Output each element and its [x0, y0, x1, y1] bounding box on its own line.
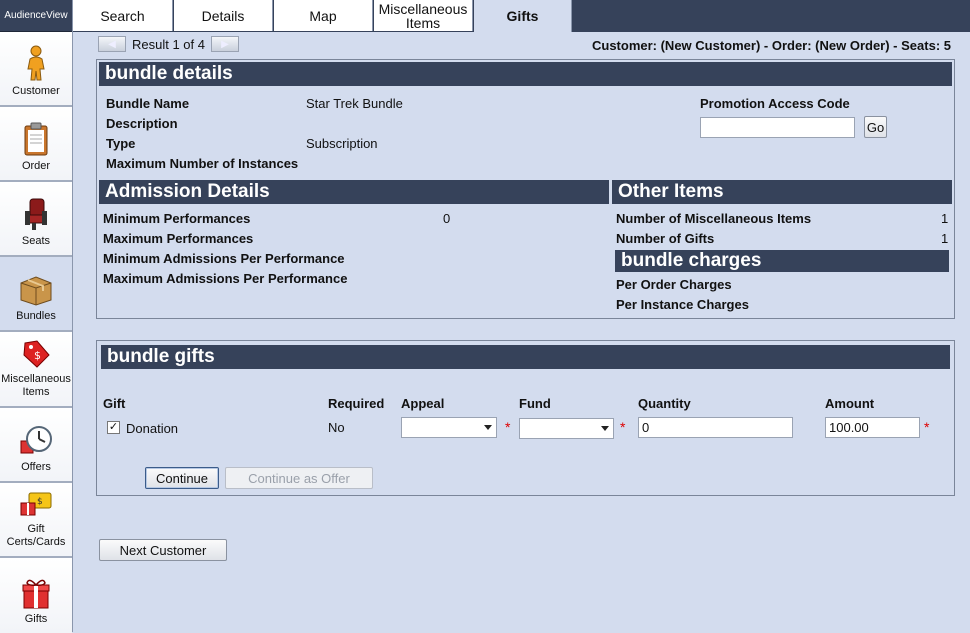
nav-label: Customer [12, 85, 60, 97]
max-admissions-label: Maximum Admissions Per Performance [103, 271, 348, 286]
fund-select[interactable] [519, 418, 614, 439]
gift-box-icon [22, 579, 50, 609]
nav-label: Gift Certs/Cards [6, 523, 66, 548]
description-label: Description [106, 116, 178, 131]
gifts-count-value: 1 [941, 231, 949, 246]
gift-column-header: Gift [103, 396, 126, 411]
bundle-gifts-header: bundle gifts [101, 345, 950, 369]
clipboard-icon [24, 122, 48, 156]
promo-code-input[interactable] [700, 117, 855, 138]
gift-card-icon: $ [20, 492, 52, 516]
amount-column-header: Amount [825, 396, 875, 411]
tab-search[interactable]: Search [73, 0, 173, 31]
fund-column-header: Fund [519, 396, 551, 411]
chevron-down-icon [601, 426, 609, 431]
amount-required-marker: * [924, 419, 930, 435]
next-customer-button[interactable]: Next Customer [99, 539, 227, 561]
nav-bundles[interactable]: Bundles [0, 257, 72, 332]
nav-seats[interactable]: Seats [0, 182, 72, 257]
gift-checkbox[interactable]: ✓ [107, 421, 120, 434]
min-performances-label: Minimum Performances [103, 211, 251, 226]
nav-gift-certs-cards[interactable]: $ Gift Certs/Cards [0, 483, 72, 558]
brand-logo: AudienceView [0, 0, 72, 32]
bundle-name-value: Star Trek Bundle [306, 96, 403, 111]
seat-icon [25, 198, 47, 230]
customer-order-summary: Customer: (New Customer) - Order: (New O… [591, 38, 951, 53]
nav-label: Order [21, 160, 51, 172]
nav-gifts[interactable]: Gifts [0, 558, 72, 633]
previous-arrow-icon: ◀ [108, 38, 116, 50]
price-tag-icon: $ [23, 340, 50, 368]
nav-label: Miscellaneous Items [1, 373, 71, 398]
max-performances-label: Maximum Performances [103, 231, 254, 246]
nav-customer[interactable]: Customer [0, 32, 72, 107]
misc-items-count-value: 1 [941, 211, 949, 226]
fund-required-marker: * [620, 419, 626, 435]
tab-bar: Search Details Map Miscellaneous Items G… [73, 0, 970, 32]
tab-map[interactable]: Map [274, 0, 373, 31]
appeal-column-header: Appeal [401, 396, 445, 411]
sidebar: AudienceView Customer Order Seats Bundle… [0, 0, 73, 633]
result-pager: ◀ Result 1 of 4 ▶ [98, 36, 239, 52]
next-result-button[interactable]: ▶ [211, 36, 239, 52]
min-performances-value: 0 [443, 211, 451, 226]
nav-offers[interactable]: Offers [0, 408, 72, 483]
gift-name: Donation [126, 421, 179, 436]
nav-miscellaneous-items[interactable]: $ Miscellaneous Items [0, 332, 72, 408]
tab-miscellaneous-items[interactable]: Miscellaneous Items [374, 0, 473, 31]
quantity-input[interactable]: 0 [638, 417, 793, 438]
promo-code-label: Promotion Access Code [700, 96, 850, 111]
per-order-charges-label: Per Order Charges [616, 277, 732, 292]
continue-button[interactable]: Continue [145, 467, 219, 489]
max-instances-label: Maximum Number of Instances [106, 156, 299, 171]
tab-details[interactable]: Details [174, 0, 273, 31]
gift-required-value: No [328, 420, 345, 435]
continue-as-offer-button[interactable]: Continue as Offer [225, 467, 373, 489]
chevron-down-icon [484, 425, 492, 430]
nav-label: Offers [21, 461, 51, 473]
appeal-select[interactable] [401, 417, 497, 438]
next-arrow-icon: ▶ [221, 38, 229, 50]
customer-icon [27, 45, 45, 81]
nav-label: Seats [21, 235, 51, 247]
other-items-header: Other Items [612, 180, 952, 204]
bundle-details-header: bundle details [99, 62, 952, 86]
previous-result-button[interactable]: ◀ [98, 36, 126, 52]
min-admissions-label: Minimum Admissions Per Performance [103, 251, 345, 266]
go-button[interactable]: Go [864, 116, 887, 138]
nav-label: Gifts [24, 613, 48, 625]
bundle-box-icon [20, 276, 52, 306]
bundle-charges-header: bundle charges [615, 250, 949, 272]
admission-details-header: Admission Details [99, 180, 609, 204]
per-instance-charges-label: Per Instance Charges [616, 297, 749, 312]
svg-text:$: $ [37, 497, 43, 507]
gifts-count-label: Number of Gifts [616, 231, 715, 246]
nav-label: Bundles [16, 310, 56, 322]
misc-items-count-label: Number of Miscellaneous Items [616, 211, 812, 226]
nav-order[interactable]: Order [0, 107, 72, 182]
quantity-column-header: Quantity [638, 396, 691, 411]
result-count: Result 1 of 4 [132, 36, 205, 52]
required-column-header: Required [328, 396, 385, 411]
bundle-name-label: Bundle Name [106, 96, 190, 111]
appeal-required-marker: * [505, 419, 511, 435]
type-label: Type [106, 136, 136, 151]
amount-input[interactable]: 100.00 [825, 417, 920, 438]
svg-text:$: $ [34, 349, 41, 362]
type-value: Subscription [306, 136, 378, 151]
tab-gifts[interactable]: Gifts [474, 0, 572, 32]
clock-icon [20, 426, 52, 454]
